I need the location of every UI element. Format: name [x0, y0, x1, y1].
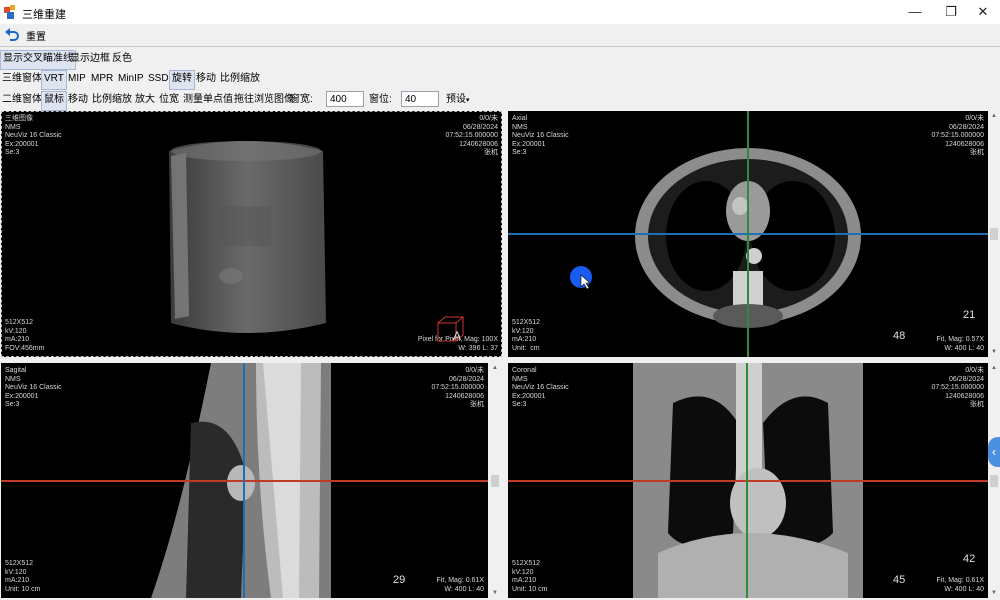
axial-top-right-info: 0/0/未 06/28/2024 07:52:15.000000 1240628… [931, 115, 984, 156]
sagittal-slice-number: 29 [393, 574, 406, 586]
sagittal-top-right-info: 0/0/未 06/28/2024 07:52:15.000000 1240628… [431, 367, 484, 408]
zoom-button[interactable]: 放大 [133, 91, 157, 109]
close-button[interactable]: ✕ [966, 0, 1000, 24]
scrollbar-thumb[interactable] [491, 475, 499, 487]
3d-volume-render [169, 141, 326, 333]
scroll-up-icon[interactable]: ▲ [989, 111, 999, 121]
mip-button[interactable]: MIP [66, 70, 88, 88]
move-3d-button[interactable]: 移动 [194, 70, 218, 88]
minimize-button[interactable]: — [898, 0, 932, 24]
crosshair-vertical [243, 363, 245, 598]
rotate-button[interactable]: 旋转 [169, 70, 195, 90]
toggle-border-button[interactable]: 显示边框 [68, 50, 112, 68]
scroll-down-icon[interactable]: ▼ [490, 588, 500, 598]
width-button[interactable]: 位宽 [157, 91, 181, 109]
3d-top-left-info: 三维图像 NMS NeuViz 16 Classic Ex:200001 Se:… [5, 115, 62, 156]
crosshair-horizontal [508, 480, 988, 482]
title-bar: 三维重建 — ❐ ✕ [0, 0, 1000, 24]
drag-to-browser-button[interactable]: 拖往浏览图像 [232, 91, 296, 109]
reset-label: 重置 [26, 32, 46, 43]
viewport-axial[interactable]: Axial NMS NeuViz 16 Classic Ex:200001 Se… [508, 111, 988, 357]
crosshair-vertical [746, 363, 748, 598]
axial-side-number: 21 [963, 309, 976, 321]
scale-3d-button[interactable]: 比例缩放 [218, 70, 262, 88]
axial-top-left-info: Axial NMS NeuViz 16 Classic Ex:200001 Se… [512, 115, 569, 156]
axial-bottom-left-info: 512X512 kV:120 mA:210 Unit: cm [512, 319, 541, 352]
coronal-side-number: 42 [963, 553, 976, 565]
restore-button[interactable]: ❐ [934, 0, 968, 24]
axial-bottom-right-info: Fit, Mag: 0.57X W: 400 L: 40 [936, 336, 984, 352]
toolbar-3d: 三维窗体 VRT MIP MPR MinIP SSD 旋转 移动 比例缩放 [0, 69, 1000, 90]
vrt-button[interactable]: VRT [41, 70, 67, 90]
coronal-slice-number: 45 [893, 574, 906, 586]
side-panel-toggle[interactable]: ‹ [988, 437, 1000, 467]
window-width-input[interactable]: 400 [326, 91, 364, 107]
move-2d-button[interactable]: 移动 [66, 91, 90, 109]
cursor-arrow-icon [580, 274, 591, 290]
crosshair-horizontal [1, 480, 488, 482]
toolbar-reset: 重置 [0, 24, 1000, 44]
scale-2d-button[interactable]: 比例缩放 [90, 91, 134, 109]
coronal-scrollbar[interactable]: ▲ ▼ [989, 363, 999, 598]
divider [0, 46, 1000, 47]
mpr-button[interactable]: MPR [89, 70, 115, 88]
minip-button[interactable]: MinIP [116, 70, 146, 88]
viewport-sagittal[interactable]: Sagital NMS NeuViz 16 Classic Ex:200001 … [1, 363, 488, 598]
scroll-up-icon[interactable]: ▲ [490, 363, 500, 373]
scroll-down-icon[interactable]: ▼ [989, 347, 999, 357]
orientation-label: A [453, 329, 462, 343]
viewport-3d[interactable]: 三维图像 NMS NeuViz 16 Classic Ex:200001 Se:… [1, 111, 502, 357]
3d-top-right-info: 0/0/未 06/28/2024 07:52:15.000000 1240628… [445, 115, 498, 156]
axial-slice-number: 48 [893, 330, 906, 342]
preset-dropdown[interactable]: 预设▾ [444, 91, 472, 109]
axial-scrollbar[interactable]: ▲ ▼ [989, 111, 999, 357]
invert-button[interactable]: 反色 [110, 50, 134, 68]
crosshair-vertical [747, 111, 749, 357]
sagittal-top-left-info: Sagital NMS NeuViz 16 Classic Ex:200001 … [5, 367, 62, 408]
measure-point-button[interactable]: 测量单点值 [181, 91, 235, 109]
sagittal-bottom-left-info: 512X512 kV:120 mA:210 Unit: 10 cm [5, 560, 41, 593]
3d-bottom-left-info: 512X512 kV:120 mA:210 FOV:456mm [5, 319, 45, 352]
window-level-label: 窗位: [369, 94, 392, 105]
window-title: 三维重建 [22, 9, 66, 21]
toggle-crosshair-button[interactable]: 显示交叉瞄准线 [0, 50, 76, 70]
toolbar-2d: 二维窗体 鼠标 移动 比例缩放 放大 位宽 测量单点值 拖往浏览图像 窗宽: 4… [0, 90, 1000, 111]
sagittal-bottom-right-info: Fit, Mag: 0.61X W: 400 L: 40 [436, 577, 484, 593]
3d-group-label: 三维窗体 [2, 73, 42, 84]
scrollbar-thumb[interactable] [990, 475, 998, 487]
preset-label: 预设 [446, 94, 466, 105]
coronal-bottom-right-info: Fit, Mag: 0.61X W: 400 L: 40 [936, 577, 984, 593]
chevron-left-icon: ‹ [991, 444, 997, 459]
sagittal-scrollbar[interactable]: ▲ ▼ [490, 363, 500, 598]
scroll-up-icon[interactable]: ▲ [989, 363, 999, 373]
scroll-down-icon[interactable]: ▼ [989, 588, 999, 598]
window-level-input[interactable]: 40 [401, 91, 439, 107]
toolbar-display: 显示交叉瞄准线 显示边框 反色 [0, 49, 1000, 70]
coronal-bottom-left-info: 512X512 kV:120 mA:210 Unit: 10 cm [512, 560, 548, 593]
chevron-down-icon: ▾ [466, 97, 470, 104]
window-width-label: 窗宽: [290, 94, 313, 105]
coronal-top-right-info: 0/0/未 06/28/2024 07:52:15.000000 1240628… [931, 367, 984, 408]
2d-group-label: 二维窗体 [2, 94, 42, 105]
viewport-coronal[interactable]: Coronal NMS NeuViz 16 Classic Ex:200001 … [508, 363, 988, 598]
scrollbar-thumb[interactable] [990, 228, 998, 240]
mouse-button[interactable]: 鼠标 [41, 91, 67, 111]
coronal-top-left-info: Coronal NMS NeuViz 16 Classic Ex:200001 … [512, 367, 569, 408]
app-icon [4, 5, 15, 19]
undo-icon [5, 28, 19, 41]
ssd-button[interactable]: SSD [146, 70, 171, 88]
